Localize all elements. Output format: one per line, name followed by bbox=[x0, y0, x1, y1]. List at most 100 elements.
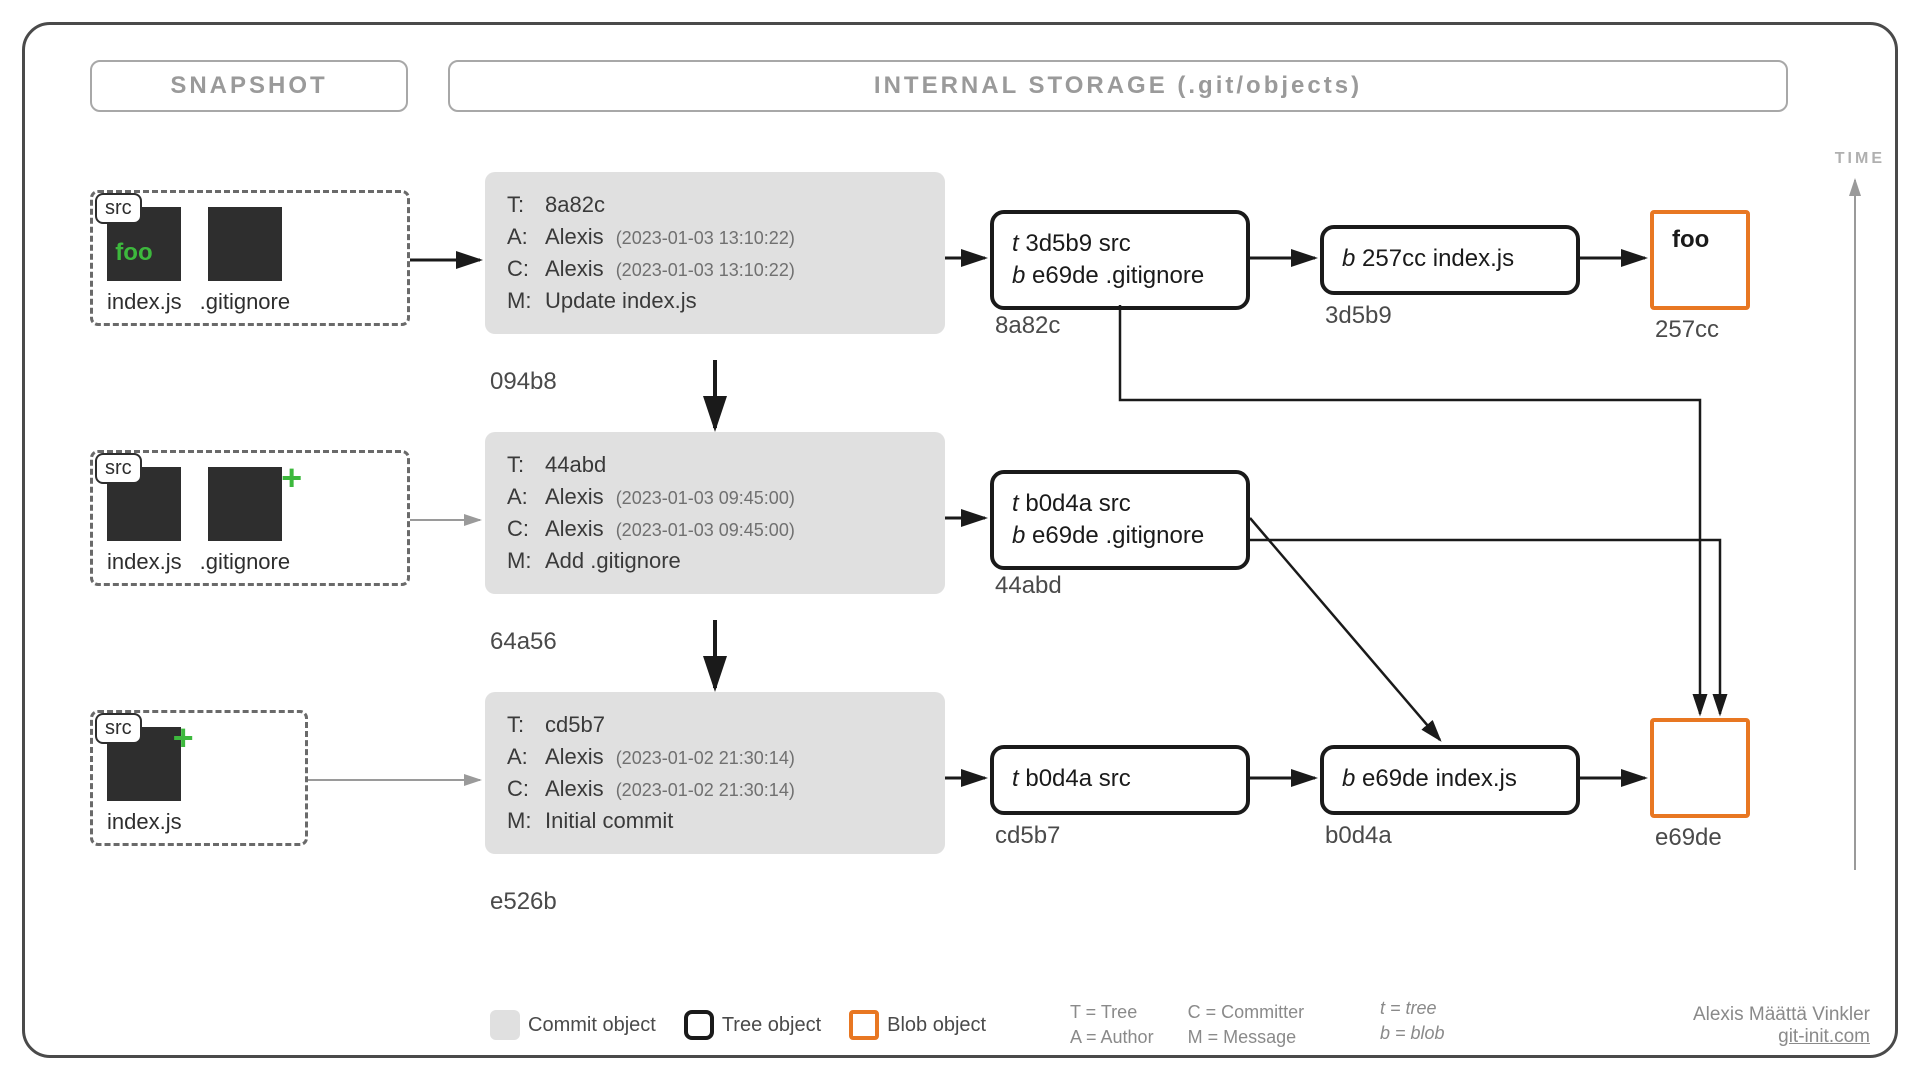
file-name-label: .gitignore bbox=[200, 289, 291, 315]
commit-field-key: T: bbox=[507, 712, 533, 738]
tree-object-8a82c: t 3d5b9 src b e69de .gitignore bbox=[990, 210, 1250, 310]
commit-author-date: (2023-01-02 21:30:14) bbox=[616, 748, 795, 769]
legend-b: b = blob bbox=[1380, 1023, 1445, 1043]
commit-committer: Alexis bbox=[545, 516, 604, 542]
commit-message: Add .gitignore bbox=[545, 548, 681, 574]
legend-commit: Commit object bbox=[490, 1010, 656, 1040]
legend-T: T = Tree bbox=[1070, 1002, 1154, 1023]
legend-commit-swatch bbox=[490, 1010, 520, 1040]
commit-hash-label: e526b bbox=[490, 888, 557, 916]
commit-committer: Alexis bbox=[545, 776, 604, 802]
commit-field-key: M: bbox=[507, 548, 533, 574]
tree-hash-label: 3d5b9 bbox=[1325, 302, 1392, 330]
commit-field-key: A: bbox=[507, 224, 533, 250]
commit-field-key: C: bbox=[507, 776, 533, 802]
tree-object-3d5b9: b 257cc index.js bbox=[1320, 225, 1580, 295]
tree-entry-name: src bbox=[1099, 765, 1131, 792]
commit-tree-hash: cd5b7 bbox=[545, 712, 605, 738]
header-row: SNAPSHOT INTERNAL STORAGE (.git/objects) bbox=[90, 60, 1788, 112]
legend-commit-label: Commit object bbox=[528, 1014, 656, 1037]
key-legend-commit-fields: T = Tree C = Committer A = Author M = Me… bbox=[1070, 1002, 1304, 1048]
tree-entry-name: index.js bbox=[1433, 245, 1514, 272]
tree-entry-type: t bbox=[1012, 490, 1019, 517]
tree-object-cd5b7: t b0d4a src bbox=[990, 745, 1250, 815]
legend-t: t = tree bbox=[1380, 998, 1437, 1018]
legend-A: A = Author bbox=[1070, 1027, 1154, 1048]
commit-tree-hash: 44abd bbox=[545, 452, 606, 478]
legend-M: M = Message bbox=[1188, 1027, 1305, 1048]
commit-message: Update index.js bbox=[545, 288, 697, 314]
commit-committer-date: (2023-01-03 13:10:22) bbox=[616, 260, 795, 281]
tree-entry-hash: 257cc bbox=[1362, 245, 1426, 272]
tree-object-44abd: t b0d4a src b e69de .gitignore bbox=[990, 470, 1250, 570]
legend-blob-label: Blob object bbox=[887, 1014, 986, 1037]
file-icon bbox=[208, 467, 282, 541]
tree-entry-name: index.js bbox=[1435, 765, 1516, 792]
commit-field-key: A: bbox=[507, 744, 533, 770]
commit-author: Alexis bbox=[545, 224, 604, 250]
commit-field-key: A: bbox=[507, 484, 533, 510]
commit-author-date: (2023-01-03 09:45:00) bbox=[616, 488, 795, 509]
commit-author-date: (2023-01-03 13:10:22) bbox=[616, 228, 795, 249]
time-axis-label: TIME bbox=[1835, 150, 1885, 168]
file-name-label: .gitignore bbox=[200, 549, 291, 575]
commit-message: Initial commit bbox=[545, 808, 673, 834]
commit-field-key: C: bbox=[507, 256, 533, 282]
tree-entry-hash: e69de bbox=[1032, 262, 1099, 289]
commit-committer-date: (2023-01-03 09:45:00) bbox=[616, 520, 795, 541]
legend-tree-label: Tree object bbox=[722, 1014, 821, 1037]
key-legend-tree-entries: t = tree b = blob bbox=[1380, 994, 1445, 1048]
snapshot1-file-gitignore: .gitignore bbox=[200, 207, 291, 315]
snapshot-2: src index.js + .gitignore bbox=[90, 450, 410, 586]
commit-field-key: T: bbox=[507, 192, 533, 218]
credit: Alexis Määttä Vinkler git-init.com bbox=[1693, 1004, 1870, 1048]
file-name-label: index.js bbox=[107, 809, 182, 835]
added-badge-icon: + bbox=[173, 717, 194, 759]
snapshot3-file-indexjs: src + index.js bbox=[107, 727, 182, 835]
snapshot2-file-indexjs: src index.js bbox=[107, 467, 182, 575]
commit-hash-label: 64a56 bbox=[490, 628, 557, 656]
commit-object-1: T: 8a82c A: Alexis (2023-01-03 13:10:22) C… bbox=[485, 172, 945, 334]
added-badge-icon: + bbox=[281, 457, 302, 499]
tree-entry-type: t bbox=[1012, 765, 1019, 792]
tree-hash-label: b0d4a bbox=[1325, 822, 1392, 850]
src-folder-tag: src bbox=[95, 713, 142, 744]
legend-tree-swatch bbox=[684, 1010, 714, 1040]
snapshot1-file-indexjs: src foo index.js bbox=[107, 207, 182, 315]
commit-tree-hash: 8a82c bbox=[545, 192, 605, 218]
header-snapshot: SNAPSHOT bbox=[90, 60, 408, 112]
legend-tree: Tree object bbox=[684, 1010, 821, 1040]
tree-entry-type: b bbox=[1012, 522, 1025, 549]
header-internal-storage: INTERNAL STORAGE (.git/objects) bbox=[448, 60, 1788, 112]
tree-hash-label: 8a82c bbox=[995, 312, 1060, 340]
tree-entry-hash: b0d4a bbox=[1025, 490, 1092, 517]
src-folder-tag: src bbox=[95, 453, 142, 484]
blob-hash-label: e69de bbox=[1655, 824, 1722, 852]
blob-object-e69de bbox=[1650, 718, 1750, 818]
tree-entry-hash: b0d4a bbox=[1025, 765, 1092, 792]
commit-committer-date: (2023-01-02 21:30:14) bbox=[616, 780, 795, 801]
tree-entry-name: src bbox=[1099, 490, 1131, 517]
legend-blob: Blob object bbox=[849, 1010, 986, 1040]
commit-field-key: M: bbox=[507, 808, 533, 834]
tree-entry-name: .gitignore bbox=[1105, 262, 1204, 289]
commit-committer: Alexis bbox=[545, 256, 604, 282]
tree-entry-hash: e69de bbox=[1362, 765, 1429, 792]
legend: Commit object Tree object Blob object bbox=[490, 1010, 986, 1040]
commit-object-3: T: cd5b7 A: Alexis (2023-01-02 21:30:14) C… bbox=[485, 692, 945, 854]
tree-entry-hash: 3d5b9 bbox=[1025, 230, 1092, 257]
legend-blob-swatch bbox=[849, 1010, 879, 1040]
snapshot2-file-gitignore: + .gitignore bbox=[200, 467, 291, 575]
file-icon bbox=[208, 207, 282, 281]
tree-entry-name: src bbox=[1099, 230, 1131, 257]
snapshot-1: src foo index.js .gitignore bbox=[90, 190, 410, 326]
tree-entry-hash: e69de bbox=[1032, 522, 1099, 549]
file-content-preview: foo bbox=[115, 239, 152, 267]
commit-object-2: T:44abd A:Alexis (2023-01-03 09:45:00) C… bbox=[485, 432, 945, 594]
tree-entry-type: t bbox=[1012, 230, 1019, 257]
blob-hash-label: 257cc bbox=[1655, 316, 1719, 344]
tree-hash-label: 44abd bbox=[995, 572, 1062, 600]
file-name-label: index.js bbox=[107, 289, 182, 315]
credit-url: git-init.com bbox=[1693, 1026, 1870, 1048]
tree-object-b0d4a: b e69de index.js bbox=[1320, 745, 1580, 815]
